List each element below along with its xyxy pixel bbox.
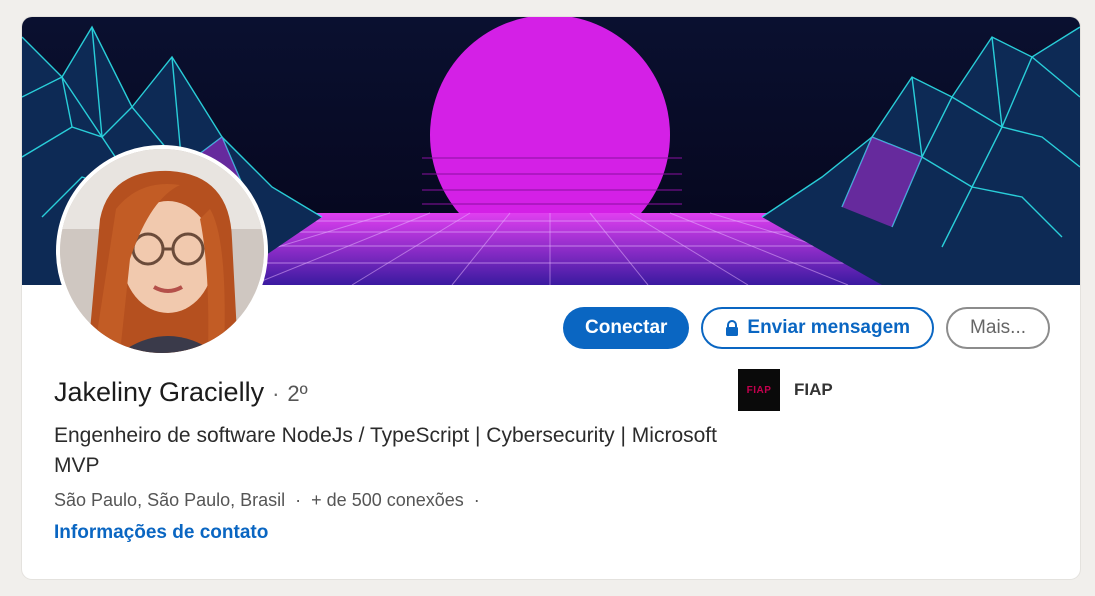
more-button[interactable]: Mais... (946, 307, 1050, 349)
profile-avatar[interactable] (56, 145, 268, 357)
profile-location: São Paulo, São Paulo, Brasil (54, 490, 286, 510)
connection-degree: 2º (287, 381, 308, 406)
profile-headline: Engenheiro de software NodeJs / TypeScri… (54, 424, 717, 477)
profile-name: Jakeliny Gracielly (54, 377, 265, 407)
profile-connections: + de 500 conexões (311, 490, 464, 510)
person-photo-icon (60, 149, 264, 353)
lock-icon (725, 320, 739, 336)
meta-separator: · (295, 490, 302, 510)
current-company[interactable]: FIAP FIAP (738, 369, 833, 411)
company-logo: FIAP (738, 369, 780, 411)
contact-info-link[interactable]: Informações de contato (54, 522, 268, 544)
send-message-label: Enviar mensagem (747, 317, 911, 338)
company-name: FIAP (794, 380, 833, 399)
send-message-button[interactable]: Enviar mensagem (701, 307, 935, 349)
profile-meta: São Paulo, São Paulo, Brasil · + de 500 … (54, 490, 480, 511)
profile-name-row: Jakeliny Gracielly · 2º (54, 377, 308, 408)
profile-actions: Conectar Enviar mensagem Mais... (563, 307, 1050, 349)
profile-card: Conectar Enviar mensagem Mais... Jakelin… (22, 17, 1080, 579)
name-separator: · (272, 381, 280, 406)
connect-button[interactable]: Conectar (563, 307, 690, 349)
meta-trailing-separator: · (473, 490, 480, 510)
